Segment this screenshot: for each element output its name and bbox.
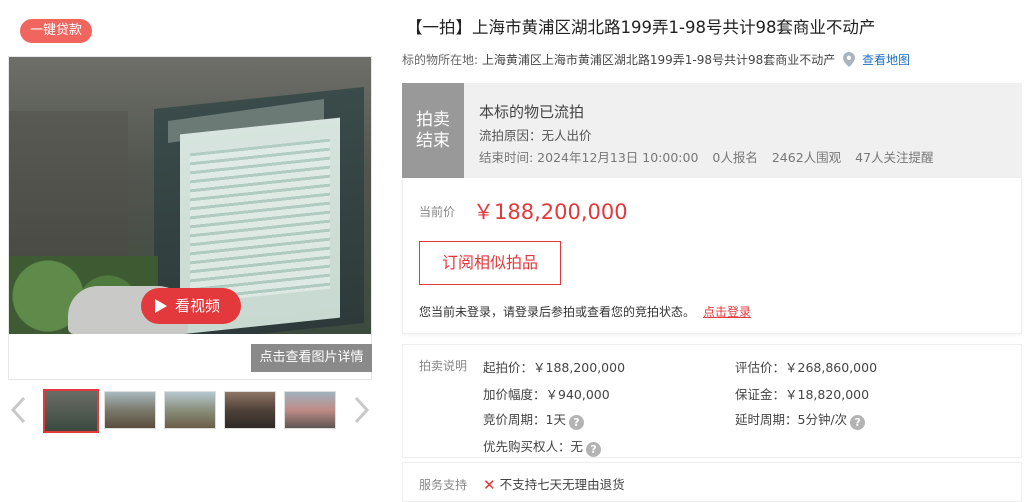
status-reason: 流拍原因：无人出价 [479, 128, 592, 143]
thumbnail-5[interactable] [284, 391, 336, 429]
status-title: 本标的物已流拍 [479, 103, 585, 121]
current-price: ￥188,200,000 [473, 200, 628, 224]
page-title: 【一拍】上海市黄浦区湖北路199弄1-98号共计98套商业不动产 [406, 18, 876, 37]
delay-period: 延时周期：5分钟/次 [735, 412, 848, 427]
thumbnail-2[interactable] [104, 391, 156, 429]
location-label: 标的物所在地: [402, 53, 479, 67]
view-map-link[interactable]: 查看地图 [862, 53, 910, 67]
service-item-text: 不支持七天无理由退货 [499, 477, 625, 492]
view-image-details-button[interactable]: 点击查看图片详情 [251, 344, 372, 372]
thumbnail-3[interactable] [164, 391, 216, 429]
loan-badge[interactable]: 一键贷款 [20, 19, 93, 43]
login-tip: 您当前未登录，请登录后参拍或查看您的竞拍状态。 点击登录 [419, 303, 751, 320]
login-link[interactable]: 点击登录 [703, 305, 751, 319]
price-panel: 当前价 ￥188,200,000 订阅相似拍品 您当前未登录，请登录后参拍或查看… [402, 178, 1022, 334]
play-icon [155, 299, 167, 313]
view-count: 2462人围观 [771, 150, 842, 165]
thumbnail-strip [8, 381, 372, 437]
map-pin-icon [843, 52, 856, 67]
follower-count: 47人关注提醒 [855, 150, 934, 165]
end-time: 结束时间: 2024年12月13日 10:00:00 [479, 150, 699, 165]
bid-period: 竞价周期：1天 [483, 412, 566, 427]
start-price: 起拍价：￥188,200,000 [483, 360, 626, 375]
next-arrow-icon[interactable] [350, 395, 372, 425]
auction-ended-badge: 拍卖 结束 [402, 83, 464, 178]
login-tip-text: 您当前未登录，请登录后参拍或查看您的竞拍状态。 [419, 305, 696, 319]
auction-status-panel: 拍卖 结束 本标的物已流拍 流拍原因：无人出价 结束时间: 2024年12月13… [402, 83, 1022, 178]
location-row: 标的物所在地: 上海黄浦区上海市黄浦区湖北路199弄1-98号共计98套商业不动… [402, 51, 910, 68]
service-label: 服务支持 [419, 478, 468, 492]
signup-count: 0人报名 [712, 150, 758, 165]
bid-increment: 加价幅度：￥940,000 [483, 387, 610, 402]
status-info: 结束时间: 2024年12月13日 10:00:00 0人报名 2462人围观 … [479, 147, 944, 166]
watch-video-button[interactable]: 看视频 [141, 288, 241, 324]
prev-arrow-icon[interactable] [8, 395, 30, 425]
help-icon[interactable]: ? [568, 415, 584, 430]
thumbnail-1[interactable] [43, 389, 99, 433]
location-value: 上海黄浦区上海市黄浦区湖北路199弄1-98号共计98套商业不动产 [481, 53, 836, 67]
ended-badge-line2: 结束 [416, 131, 450, 151]
deposit: 保证金：￥18,820,000 [735, 387, 870, 402]
service-item: ✕ 不支持七天无理由退货 [483, 474, 625, 494]
help-icon[interactable]: ? [850, 415, 866, 430]
cross-icon: ✕ [483, 476, 496, 494]
subscribe-similar-button[interactable]: 订阅相似拍品 [419, 241, 561, 285]
thumbnail-4[interactable] [224, 391, 276, 429]
priority-buyer-row: 优先购买权人：无? [483, 436, 602, 457]
priority-buyer: 优先购买权人：无 [483, 439, 584, 454]
delay-period-row: 延时周期：5分钟/次? [735, 409, 866, 430]
current-price-label: 当前价 [419, 205, 456, 219]
service-panel: 服务支持 ✕ 不支持七天无理由退货 [402, 462, 1022, 502]
bid-period-row: 竞价周期：1天? [483, 409, 584, 430]
auction-info-panel: 拍卖说明 起拍价：￥188,200,000 评估价：￥268,860,000 加… [402, 344, 1022, 458]
auction-page: 一键贷款 看视频 点击查看图片详情 【一拍】上海市黄浦区湖北路199弄1-98号… [0, 0, 1024, 502]
appraisal-price: 评估价：￥268,860,000 [735, 360, 878, 375]
auction-info-label: 拍卖说明 [419, 359, 468, 373]
ended-badge-line1: 拍卖 [416, 110, 450, 130]
help-icon[interactable]: ? [586, 442, 602, 457]
watch-video-label: 看视频 [175, 297, 221, 315]
